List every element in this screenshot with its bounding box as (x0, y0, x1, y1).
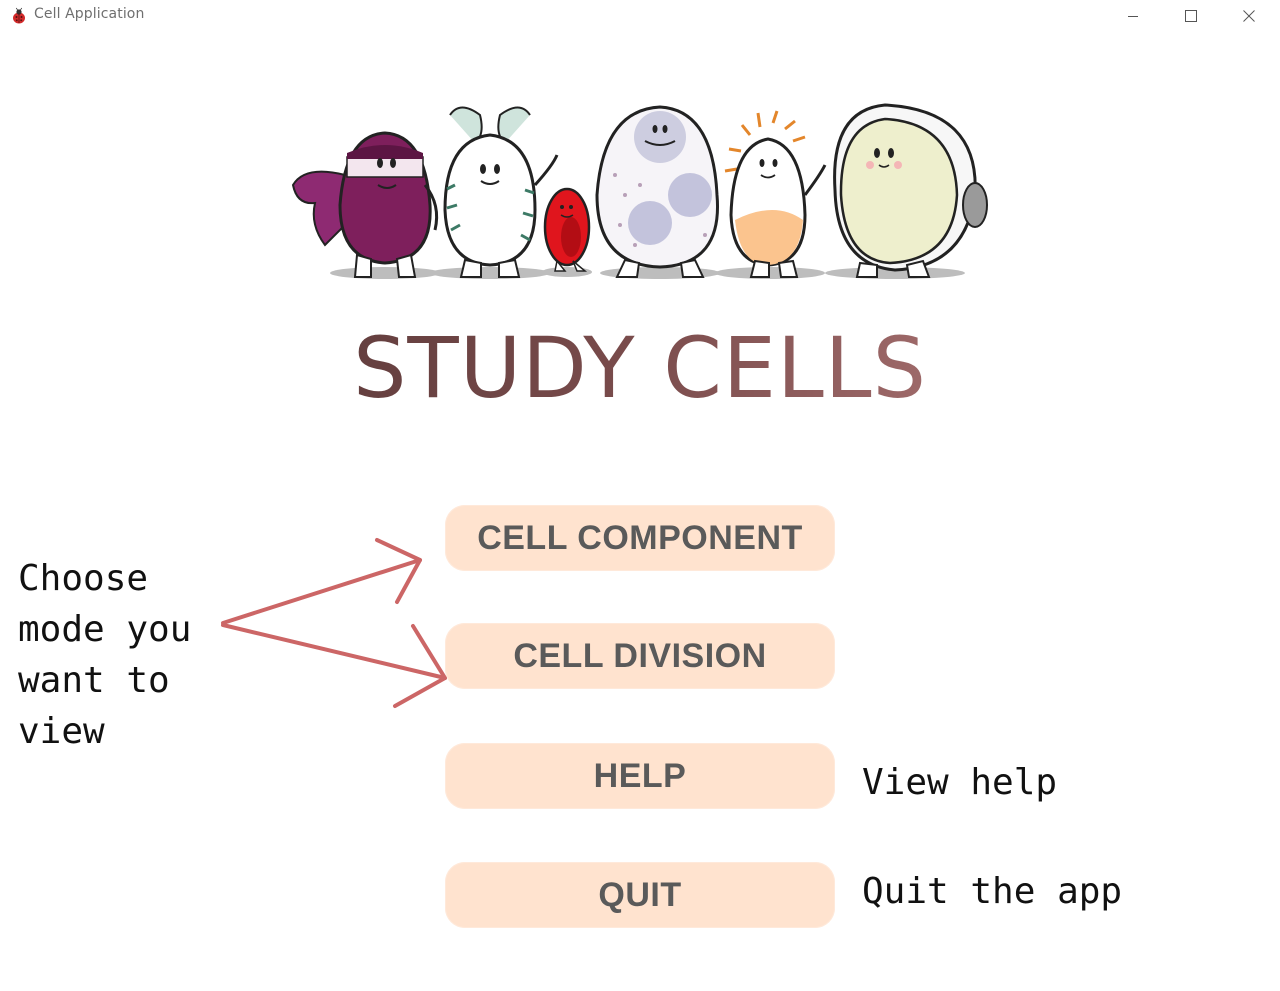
page-title: STUDY CELLS (0, 318, 1280, 418)
window-title: Cell Application (34, 6, 145, 22)
app-ladybug-icon (13, 7, 25, 24)
help-button[interactable]: HELP (445, 743, 835, 809)
yellow-bubble-cell (833, 103, 988, 278)
close-button[interactable] (1226, 0, 1272, 31)
orange-dendritic-cell (724, 110, 827, 278)
red-blood-cell (543, 187, 591, 272)
cell-division-button[interactable]: CELL DIVISION (445, 623, 835, 689)
cartoon-cells-illustration (291, 103, 988, 279)
title-bar[interactable]: Cell Application (0, 0, 1280, 31)
purple-cell (291, 131, 439, 278)
quit-hint: Quit the app (862, 871, 1123, 912)
cell-component-button[interactable]: CELL COMPONENT (445, 505, 835, 571)
white-spiky-cell (443, 106, 559, 278)
close-icon (1243, 9, 1255, 22)
maximize-button[interactable] (1168, 0, 1214, 31)
minimize-icon (1128, 15, 1138, 17)
quit-button[interactable]: QUIT (445, 862, 835, 928)
help-hint: View help (862, 762, 1058, 803)
lavender-nucleus-cell (595, 105, 720, 278)
app-window: Cell Application STUDY CELLS Choose mode… (0, 0, 1280, 991)
maximize-icon (1185, 9, 1197, 22)
mode-arrows (221, 538, 447, 708)
minimize-button[interactable] (1110, 0, 1156, 31)
choose-mode-hint: Choose mode you want to view (18, 558, 192, 752)
